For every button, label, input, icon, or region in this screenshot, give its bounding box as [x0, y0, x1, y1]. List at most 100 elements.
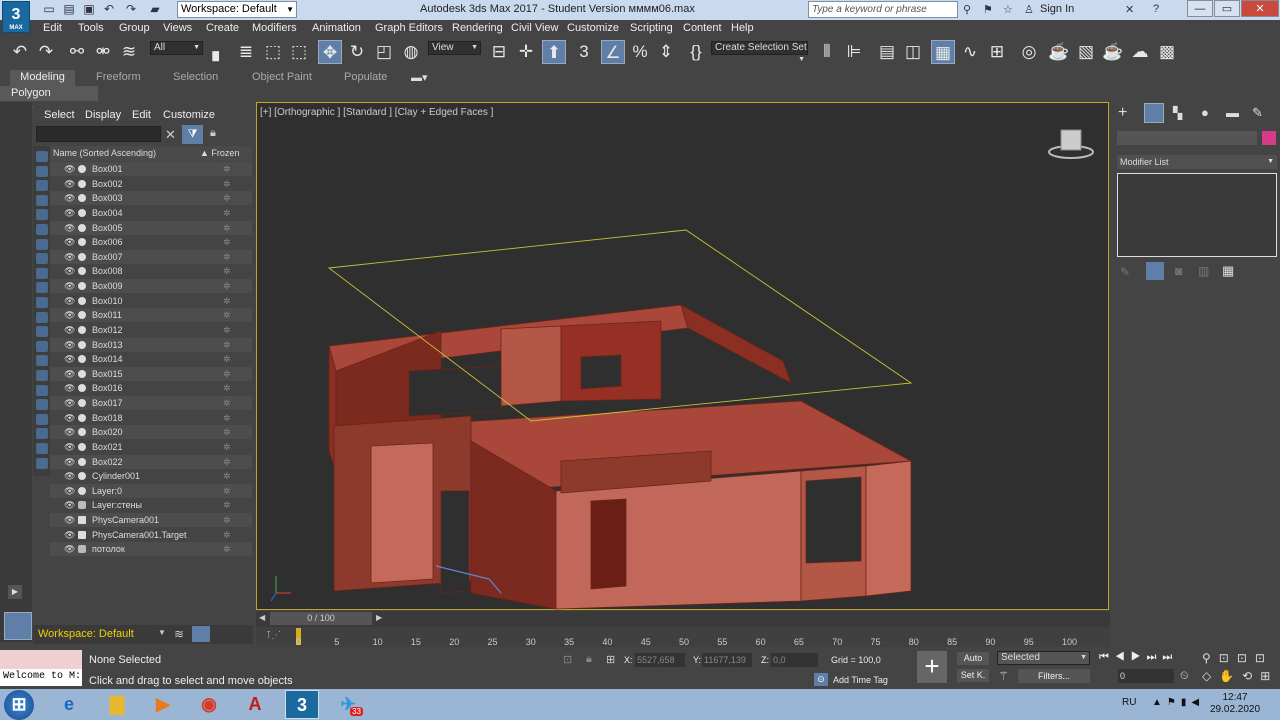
- viewport-nav-pan-icons[interactable]: ◇✋⟲⊞: [1202, 669, 1278, 683]
- set-key-button[interactable]: +: [917, 651, 947, 683]
- display-filter-icon[interactable]: [36, 326, 48, 338]
- chrome-icon[interactable]: ◉: [192, 690, 226, 719]
- percent-snap-icon[interactable]: %: [628, 40, 652, 64]
- workspace-dropdown-arrow-icon[interactable]: ▼: [158, 628, 166, 637]
- utilities-panel-icon[interactable]: ✎: [1252, 105, 1263, 121]
- rectangular-selection-icon[interactable]: ⬚: [261, 40, 285, 64]
- visibility-eye-icon[interactable]: 👁︎: [64, 221, 75, 235]
- scene-object-row[interactable]: 👁︎ Box022 ✲: [50, 454, 252, 469]
- display-filter-icon[interactable]: [36, 253, 48, 265]
- menu-rendering[interactable]: Rendering: [452, 22, 503, 34]
- material-editor-icon[interactable]: ◎: [1017, 40, 1041, 64]
- layer-explorer-icon[interactable]: ≋: [174, 627, 184, 641]
- column-header[interactable]: Name (Sorted Ascending) ▲ Frozen: [50, 146, 252, 161]
- select-by-name-icon[interactable]: ≣: [234, 40, 258, 64]
- project-folder-icon[interactable]: ▰: [148, 2, 162, 16]
- select-and-scale-icon[interactable]: ◰: [372, 40, 396, 64]
- schematic-view-icon[interactable]: ⊞: [985, 40, 1009, 64]
- time-slider-left-arrow[interactable]: ◀: [259, 613, 265, 622]
- y-coordinate[interactable]: 11677,139: [702, 653, 752, 667]
- visibility-eye-icon[interactable]: 👁︎: [64, 279, 75, 293]
- visibility-eye-icon[interactable]: 👁︎: [64, 455, 75, 469]
- visibility-eye-icon[interactable]: 👁︎: [64, 528, 75, 542]
- display-panel-icon[interactable]: ▬: [1226, 105, 1239, 120]
- open-file-icon[interactable]: ▤: [62, 2, 76, 16]
- user-icon[interactable]: ♙: [1024, 3, 1034, 16]
- viewport-layout-button[interactable]: [4, 612, 32, 640]
- key-filter-selected-dropdown[interactable]: Selected ▼: [997, 651, 1090, 665]
- freeze-toggle-icon[interactable]: ✲: [223, 513, 231, 527]
- link-icon[interactable]: ⚯: [65, 40, 89, 64]
- tab-selection[interactable]: Selection: [173, 71, 218, 83]
- scene-object-row[interactable]: 👁︎ Box002 ✲: [50, 177, 252, 191]
- polygon-modeling-panel[interactable]: Polygon Modeling: [0, 86, 98, 113]
- scene-object-row[interactable]: 👁︎ Box016 ✲: [50, 381, 252, 395]
- hierarchy-panel-icon[interactable]: ▚: [1173, 106, 1182, 120]
- select-and-move-icon[interactable]: ✥: [318, 40, 342, 64]
- display-filter-icon[interactable]: [36, 267, 48, 279]
- freeze-toggle-icon[interactable]: ✲: [223, 528, 231, 542]
- display-filter-icon[interactable]: [36, 209, 48, 221]
- visibility-eye-icon[interactable]: 👁︎: [64, 177, 75, 191]
- close-button[interactable]: ✕: [1241, 0, 1279, 17]
- pivot-center-icon[interactable]: ⊟: [487, 40, 511, 64]
- scene-object-row[interactable]: 👁︎ Box008 ✲: [50, 264, 252, 278]
- scene-object-row[interactable]: 👁︎ Box006 ✲: [50, 235, 252, 249]
- reference-coordinate-dropdown[interactable]: View ▼: [428, 41, 481, 55]
- filter-funnel-icon[interactable]: ⧩: [182, 125, 203, 144]
- viewport-nav-zoom-icons[interactable]: ⚲⊡⊡⊡: [1202, 651, 1273, 665]
- scene-object-row[interactable]: 👁︎ Box013 ✲: [50, 337, 252, 352]
- clock[interactable]: 12:47 29.02.2020: [1210, 692, 1260, 716]
- display-filter-icon[interactable]: [36, 340, 48, 352]
- object-color-swatch[interactable]: [1262, 131, 1276, 145]
- freeze-toggle-icon[interactable]: ✲: [223, 323, 231, 337]
- display-filter-icon[interactable]: [36, 370, 48, 381]
- select-object-icon[interactable]: ▖: [207, 40, 231, 64]
- modifier-list-dropdown[interactable]: Modifier List ▼: [1117, 155, 1277, 169]
- start-button[interactable]: ⊞: [4, 690, 34, 720]
- menu-group[interactable]: Group: [119, 22, 150, 34]
- exchange-icon[interactable]: ✕: [1125, 3, 1134, 16]
- freeze-toggle-icon[interactable]: ✲: [223, 191, 231, 205]
- set-key-mode-button[interactable]: Set K.: [957, 669, 989, 682]
- 3ds-max-taskbar-icon[interactable]: 3: [285, 690, 319, 719]
- scene-explorer-icon[interactable]: [192, 626, 210, 642]
- visibility-eye-icon[interactable]: 👁︎: [64, 367, 75, 381]
- subscription-icon[interactable]: ⚑: [983, 3, 993, 16]
- scene-object-row[interactable]: 👁︎ Box020 ✲: [50, 425, 252, 440]
- visibility-eye-icon[interactable]: 👁︎: [64, 542, 75, 556]
- scene-object-row[interactable]: 👁︎ потолок ✲: [50, 542, 252, 557]
- object-name-field[interactable]: [1117, 131, 1257, 145]
- display-filter-icon[interactable]: [36, 238, 48, 250]
- visibility-eye-icon[interactable]: 👁︎: [64, 484, 75, 498]
- z-coordinate[interactable]: 0,0: [771, 653, 818, 667]
- remove-modifier-icon[interactable]: ▥: [1198, 264, 1209, 278]
- isolate-selection-icon[interactable]: ⊡: [563, 653, 572, 666]
- freeze-toggle-icon[interactable]: ✲: [223, 308, 231, 322]
- scene-object-row[interactable]: 👁︎ Box014 ✲: [50, 352, 252, 366]
- visibility-eye-icon[interactable]: 👁︎: [64, 425, 75, 439]
- restore-button[interactable]: ▭: [1214, 0, 1240, 17]
- freeze-toggle-icon[interactable]: ✲: [223, 338, 231, 352]
- playback-controls[interactable]: ⏮◀▶⏭⏭: [1099, 651, 1178, 664]
- visibility-eye-icon[interactable]: 👁︎: [64, 206, 75, 220]
- toggle-scene-explorer-icon[interactable]: ▤: [875, 40, 899, 64]
- freeze-toggle-icon[interactable]: ✲: [223, 294, 231, 308]
- freeze-toggle-icon[interactable]: ✲: [223, 367, 231, 381]
- menu-animation[interactable]: Animation: [312, 22, 361, 34]
- tab-populate[interactable]: Populate: [344, 71, 387, 83]
- align-icon[interactable]: ⊫: [842, 40, 866, 64]
- display-filter-icon[interactable]: [36, 311, 48, 323]
- ribbon-options-icon[interactable]: ▬▾: [411, 71, 428, 84]
- menu-customize[interactable]: Customize: [567, 22, 619, 34]
- scene-object-row[interactable]: 👁︎ Box010 ✲: [50, 294, 252, 308]
- visibility-eye-icon[interactable]: 👁︎: [64, 411, 75, 425]
- visibility-eye-icon[interactable]: 👁︎: [64, 338, 75, 352]
- display-filter-icon[interactable]: [36, 282, 48, 294]
- search-icon[interactable]: ⚲: [963, 3, 971, 16]
- select-manipulate-icon[interactable]: ✛: [514, 40, 538, 64]
- menu-civil-view[interactable]: Civil View: [511, 22, 558, 34]
- visibility-eye-icon[interactable]: 👁︎: [64, 294, 75, 308]
- display-filter-icon[interactable]: [36, 297, 48, 308]
- scene-object-row[interactable]: 👁︎ Box021 ✲: [50, 440, 252, 454]
